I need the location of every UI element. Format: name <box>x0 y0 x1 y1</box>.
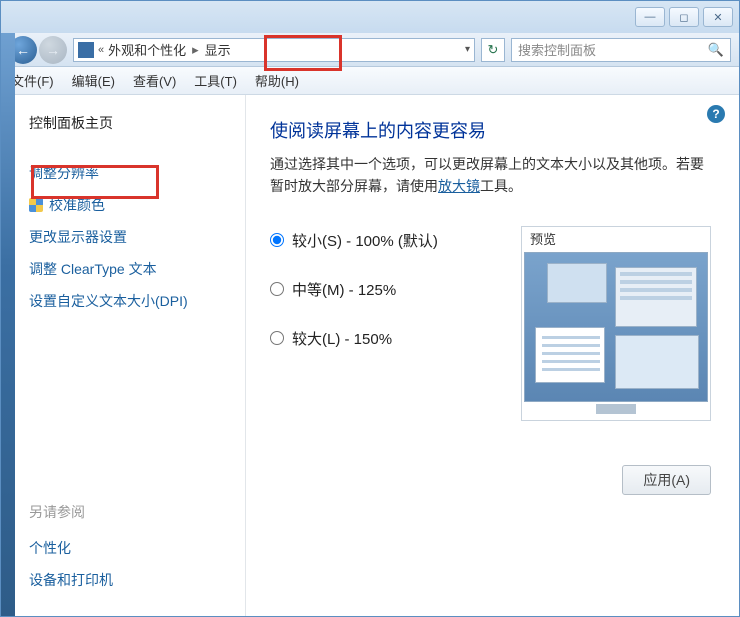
sidebar-item-cleartype[interactable]: 调整 ClearType 文本 <box>29 253 235 285</box>
sidebar-item-display-settings[interactable]: 更改显示器设置 <box>29 221 235 253</box>
preview-panel: 预览 <box>521 226 711 421</box>
address-dropdown-icon[interactable]: ▾ <box>465 44 470 55</box>
menu-bar: 文件(F) 编辑(E) 查看(V) 工具(T) 帮助(H) <box>1 67 739 95</box>
menu-help[interactable]: 帮助(H) <box>255 71 299 90</box>
sidebar-item-label: 设置自定义文本大小(DPI) <box>29 291 188 311</box>
see-also-section: 另请参阅 个性化 设备和打印机 <box>29 502 113 596</box>
breadcrumb[interactable]: « 外观和个性化 ▸ 显示 ▾ <box>73 38 475 62</box>
sidebar-item-custom-dpi[interactable]: 设置自定义文本大小(DPI) <box>29 285 235 317</box>
desc-text-after: 工具。 <box>480 178 522 194</box>
sidebar: 控制面板主页 调整分辨率 校准颜色 更改显示器设置 调整 ClearType 文… <box>1 95 246 616</box>
menu-tools[interactable]: 工具(T) <box>194 71 237 90</box>
preview-label: 预览 <box>524 229 708 252</box>
search-icon[interactable]: 🔍 <box>708 42 724 58</box>
address-bar: ← → « 外观和个性化 ▸ 显示 ▾ ↻ 搜索控制面板 🔍 <box>1 33 739 67</box>
page-title: 使阅读屏幕上的内容更容易 <box>270 117 711 143</box>
option-larger[interactable]: 较大(L) - 150% <box>270 328 501 349</box>
see-also-personalization[interactable]: 个性化 <box>29 532 113 564</box>
option-label: 较小(S) - 100% (默认) <box>292 230 438 251</box>
shield-icon <box>29 198 43 212</box>
sidebar-item-label: 更改显示器设置 <box>29 227 127 247</box>
radio-smaller[interactable] <box>270 233 284 247</box>
control-panel-home-link[interactable]: 控制面板主页 <box>29 113 235 133</box>
help-icon[interactable]: ? <box>707 105 725 123</box>
left-window-edge <box>1 33 15 616</box>
option-smaller[interactable]: 较小(S) - 100% (默认) <box>270 230 501 251</box>
breadcrumb-segment[interactable]: 显示 <box>205 40 231 59</box>
breadcrumb-separator-icon: ▸ <box>190 42 201 58</box>
search-input[interactable]: 搜索控制面板 🔍 <box>511 38 731 62</box>
minimize-button[interactable]: — <box>635 7 665 27</box>
radio-larger[interactable] <box>270 331 284 345</box>
text-size-options: 较小(S) - 100% (默认) 中等(M) - 125% 较大(L) - 1… <box>270 226 501 421</box>
page-description: 通过选择其中一个选项，可以更改屏幕上的文本大小以及其他项。若要暂时放大部分屏幕，… <box>270 153 711 198</box>
see-also-devices-printers[interactable]: 设备和打印机 <box>29 564 113 596</box>
main-panel: ? 使阅读屏幕上的内容更容易 通过选择其中一个选项，可以更改屏幕上的文本大小以及… <box>246 95 739 616</box>
option-label: 中等(M) - 125% <box>292 279 396 300</box>
search-placeholder: 搜索控制面板 <box>518 40 596 59</box>
sidebar-item-label: 校准颜色 <box>49 195 105 215</box>
close-button[interactable]: ✕ <box>703 7 733 27</box>
titlebar: — ◻ ✕ <box>1 1 739 33</box>
see-also-header: 另请参阅 <box>29 502 113 522</box>
magnifier-link[interactable]: 放大镜 <box>438 178 480 194</box>
sidebar-item-label: 调整 ClearType 文本 <box>29 259 157 279</box>
menu-view[interactable]: 查看(V) <box>133 71 176 90</box>
radio-medium[interactable] <box>270 282 284 296</box>
sidebar-item-calibrate-color[interactable]: 校准颜色 <box>29 189 235 221</box>
option-label: 较大(L) - 150% <box>292 328 392 349</box>
monitor-preview-icon <box>524 252 708 402</box>
menu-file[interactable]: 文件(F) <box>11 71 54 90</box>
menu-edit[interactable]: 编辑(E) <box>72 71 115 90</box>
sidebar-item-resolution[interactable]: 调整分辨率 <box>29 157 235 189</box>
history-chevron-icon[interactable]: « <box>98 44 104 56</box>
forward-button[interactable]: → <box>39 36 67 64</box>
option-medium[interactable]: 中等(M) - 125% <box>270 279 501 300</box>
control-panel-icon <box>78 42 94 58</box>
breadcrumb-segment[interactable]: 外观和个性化 <box>108 40 186 59</box>
apply-button[interactable]: 应用(A) <box>622 465 711 495</box>
refresh-button[interactable]: ↻ <box>481 38 505 62</box>
sidebar-item-label: 调整分辨率 <box>29 163 99 183</box>
maximize-button[interactable]: ◻ <box>669 7 699 27</box>
